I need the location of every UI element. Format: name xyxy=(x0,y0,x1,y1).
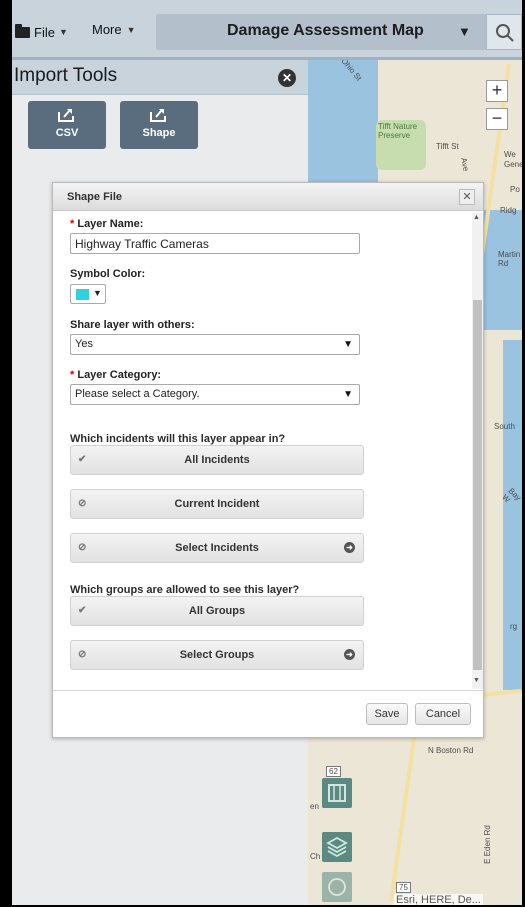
scroll-down-icon[interactable]: ▼ xyxy=(473,677,480,684)
water-area xyxy=(483,210,522,330)
route-shield: 75 xyxy=(396,882,411,893)
layers-button[interactable] xyxy=(322,832,352,862)
symbol-color-label: Symbol Color: xyxy=(70,268,146,280)
all-groups-button[interactable]: ✔ All Groups xyxy=(70,596,364,626)
locate-icon xyxy=(328,878,346,896)
dialog-title: Shape File xyxy=(67,191,123,203)
share-layer-select[interactable]: Yes ▼ xyxy=(70,334,360,355)
more-menu-button[interactable]: More ▼ xyxy=(92,22,136,37)
map-label: en xyxy=(310,802,319,811)
panel-title: Import Tools xyxy=(14,65,118,86)
map-label: Gene xyxy=(504,160,522,169)
all-incidents-button[interactable]: ✔ All Incidents xyxy=(70,445,364,475)
map-label: Ave xyxy=(459,157,471,172)
caret-down-icon: ▼ xyxy=(58,27,68,37)
layers-icon xyxy=(326,836,348,858)
layer-category-label-text: Layer Category: xyxy=(77,369,162,381)
water-area xyxy=(308,60,378,200)
zoom-in-button[interactable]: + xyxy=(486,80,508,102)
panel-header: Import Tools ✕ xyxy=(12,60,308,95)
search-button[interactable] xyxy=(486,14,522,50)
map-icon xyxy=(328,784,346,802)
symbol-color-picker[interactable]: ▼ xyxy=(70,284,106,304)
map-selector-caret-icon[interactable]: ▼ xyxy=(458,24,471,39)
groups-question: Which groups are allowed to see this lay… xyxy=(70,584,300,596)
map-label: E Eden Rd xyxy=(482,825,492,864)
import-csv-button[interactable]: CSV xyxy=(28,101,106,149)
scroll-up-icon[interactable]: ▲ xyxy=(473,214,480,221)
import-shape-button[interactable]: Shape xyxy=(120,101,198,149)
route-shield: 62 xyxy=(326,766,341,777)
option-label: Select Groups xyxy=(179,649,255,661)
top-toolbar: File ▼ More ▼ Damage Assessment Map ▼ xyxy=(12,0,522,60)
basemap-gallery-button[interactable] xyxy=(322,778,352,808)
caret-down-icon: ▼ xyxy=(93,288,102,298)
close-icon[interactable]: ✕ xyxy=(459,189,475,205)
map-label: Ridg xyxy=(500,206,517,215)
scrollbar-thumb[interactable] xyxy=(473,300,482,670)
file-menu-button[interactable]: File ▼ xyxy=(15,22,68,42)
locate-button[interactable] xyxy=(322,872,352,902)
required-mark: * xyxy=(70,369,75,381)
layer-category-label: * Layer Category: xyxy=(70,369,161,381)
zoom-out-button[interactable]: − xyxy=(486,108,508,130)
import-icon xyxy=(58,109,74,122)
close-circle-icon[interactable]: ✕ xyxy=(278,69,296,87)
option-label: Select Incidents xyxy=(175,542,259,554)
map-label: N Boston Rd xyxy=(428,746,474,755)
arrow-right-circle-icon: ➜ xyxy=(344,649,355,660)
dialog-footer-divider xyxy=(53,690,483,691)
csv-label: CSV xyxy=(55,127,79,139)
incidents-question: Which incidents will this layer appear i… xyxy=(70,433,286,445)
required-mark: * xyxy=(70,218,75,230)
layer-category-value: Please select a Category. xyxy=(75,388,200,400)
layer-name-label: * Layer Name: xyxy=(70,218,143,230)
option-label: All Groups xyxy=(188,605,246,617)
option-label: All Incidents xyxy=(184,454,250,466)
map-label: Tifft St xyxy=(436,142,459,151)
map-title: Damage Assessment Map xyxy=(227,22,424,39)
current-incident-button[interactable]: ⊘ Current Incident xyxy=(70,489,364,519)
map-attribution: Esri, HERE, De... xyxy=(394,894,483,905)
more-menu-label: More xyxy=(92,22,122,37)
import-icon xyxy=(150,109,166,122)
shape-file-dialog: Shape File ✕ ▲ ▼ * Layer Name: Symbol Co… xyxy=(52,182,484,738)
arrow-right-circle-icon: ➜ xyxy=(344,542,355,553)
map-label: Martin Rd xyxy=(498,250,521,268)
select-incidents-button[interactable]: ⊘ Select Incidents ➜ xyxy=(70,533,364,563)
layer-category-select[interactable]: Please select a Category. ▼ xyxy=(70,384,360,405)
layer-name-label-text: Layer Name: xyxy=(77,218,144,230)
caret-down-icon: ▼ xyxy=(343,339,353,350)
caret-down-icon: ▼ xyxy=(126,24,136,35)
save-button[interactable]: Save xyxy=(366,703,408,725)
map-label: rg xyxy=(510,622,518,631)
map-label: Po xyxy=(510,185,520,194)
cancel-button[interactable]: Cancel xyxy=(415,703,471,725)
water-area xyxy=(503,340,522,690)
caret-down-icon: ▼ xyxy=(343,389,353,400)
option-label: Current Incident xyxy=(174,498,260,510)
select-groups-button[interactable]: ⊘ Select Groups ➜ xyxy=(70,640,364,670)
map-label: South xyxy=(494,422,515,431)
map-label: We xyxy=(504,150,516,159)
color-swatch xyxy=(76,289,89,300)
map-label: Ch xyxy=(310,852,321,861)
shape-label: Shape xyxy=(142,127,176,139)
folder-icon xyxy=(15,23,30,38)
layer-name-input[interactable] xyxy=(70,233,360,254)
share-layer-value: Yes xyxy=(75,338,93,350)
dialog-header: Shape File ✕ xyxy=(53,183,483,211)
file-menu-label: File xyxy=(34,24,55,40)
search-icon xyxy=(496,24,514,42)
map-label: Tifft Nature Preserve xyxy=(378,122,418,140)
share-layer-label: Share layer with others: xyxy=(70,319,195,331)
